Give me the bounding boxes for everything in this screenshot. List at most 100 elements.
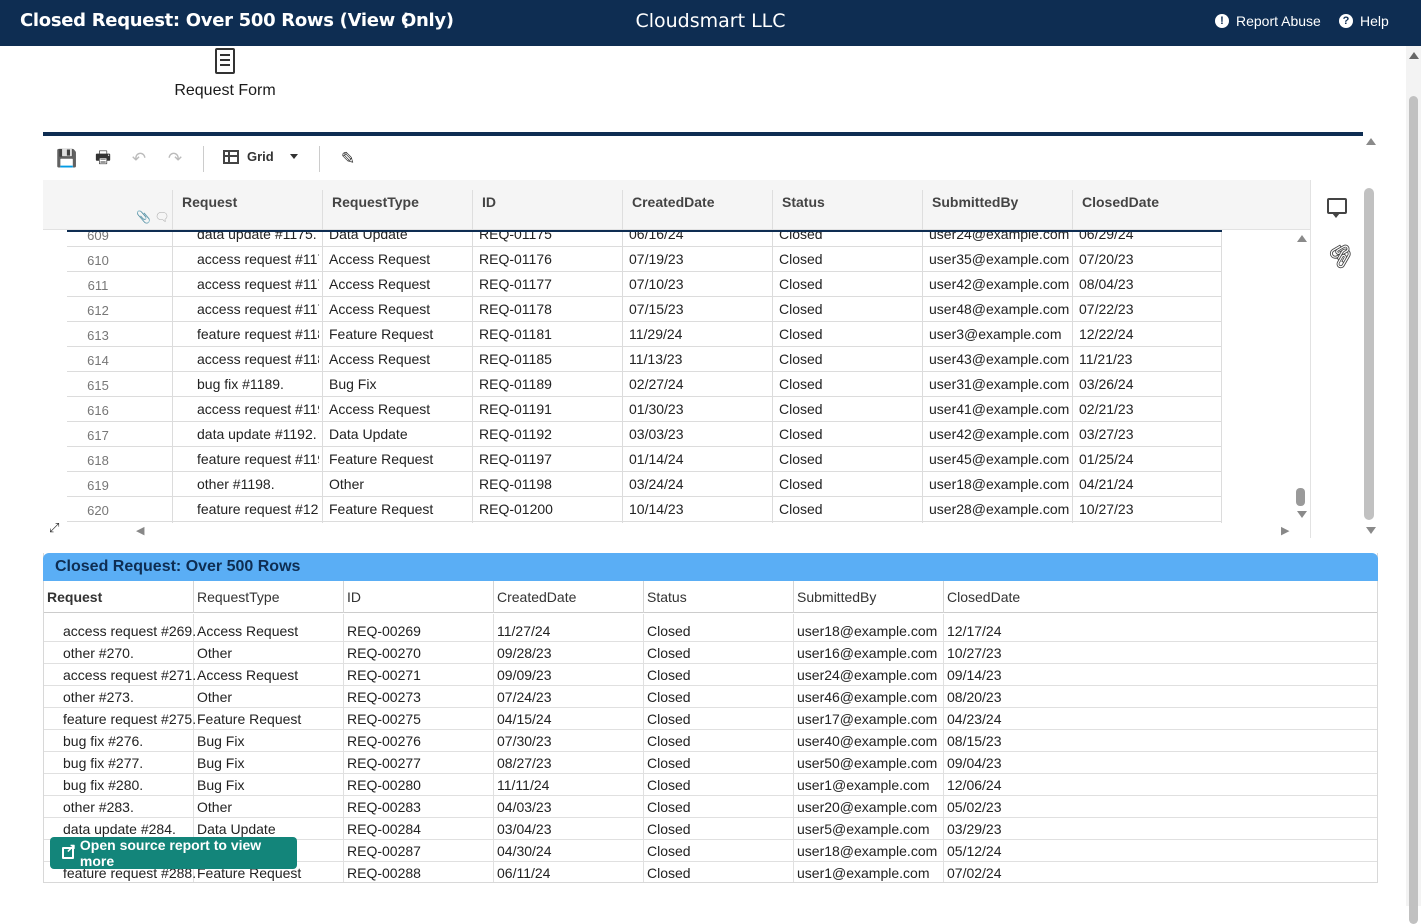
grid-column-header[interactable]: SubmittedBy — [932, 194, 1018, 210]
grid-cell-closed[interactable]: 03/26/24 — [1079, 376, 1199, 392]
grid-cell-closed[interactable]: 01/25/24 — [1079, 451, 1199, 467]
grid-scroll-down-icon[interactable] — [1297, 511, 1307, 518]
grid-cell-by[interactable]: user35@example.com — [929, 251, 1071, 267]
grid-cell-closed[interactable]: 07/20/23 — [1079, 251, 1199, 267]
grid-cell-id[interactable]: REQ-01191 — [479, 401, 621, 417]
grid-row[interactable]: 611 access request #1177. Access Request RE… — [67, 272, 1222, 297]
grid-cell-closed[interactable]: 03/27/23 — [1079, 426, 1199, 442]
panel-scroll-up-icon[interactable] — [1366, 138, 1376, 145]
grid-cell-created[interactable]: 03/24/24 — [629, 476, 771, 492]
grid-cell-status[interactable]: Closed — [779, 401, 921, 417]
grid-cell-id[interactable]: REQ-01176 — [479, 251, 621, 267]
grid-cell-by[interactable]: user42@example.com — [929, 276, 1071, 292]
grid-cell-status[interactable]: Closed — [779, 232, 921, 242]
grid-row[interactable]: 612 access request #1178. Access Request RE… — [67, 297, 1222, 322]
grid-cell-request[interactable]: bug fix #1189. — [197, 376, 319, 392]
grid-cell-status[interactable]: Closed — [779, 426, 921, 442]
grid-cell-request[interactable]: data update #1192. — [197, 426, 319, 442]
grid-cell-by[interactable]: user41@example.com — [929, 401, 1071, 417]
open-source-report-button[interactable]: Open source report to view more — [50, 837, 297, 869]
grid-cell-id[interactable]: REQ-01181 — [479, 326, 621, 342]
grid-cell-status[interactable]: Closed — [779, 476, 921, 492]
grid-column-header[interactable]: ClosedDate — [1082, 194, 1159, 210]
grid-cell-request[interactable]: access request #1177. — [197, 276, 319, 292]
grid-row[interactable]: 609 data update #1175. Data Update REQ-0117… — [67, 232, 1222, 247]
grid-column-header[interactable]: Status — [782, 194, 825, 210]
grid-cell-by[interactable]: user42@example.com — [929, 426, 1071, 442]
save-icon[interactable]: 💾 — [56, 148, 78, 170]
grid-row[interactable]: 617 data update #1192. Data Update REQ-0119… — [67, 422, 1222, 447]
expand-icon[interactable]: ⤢ — [49, 520, 59, 536]
grid-cell-closed[interactable]: 02/21/23 — [1079, 401, 1199, 417]
grid-cell-status[interactable]: Closed — [779, 251, 921, 267]
grid-cell-type[interactable]: Feature Request — [329, 501, 471, 517]
grid-cell-created[interactable]: 07/15/23 — [629, 301, 771, 317]
grid-cell-by[interactable]: user31@example.com — [929, 376, 1071, 392]
redo-icon[interactable]: ↷ — [164, 148, 186, 170]
comment-icon[interactable] — [1327, 198, 1347, 218]
grid-cell-by[interactable]: user3@example.com — [929, 326, 1071, 342]
grid-cell-request[interactable]: access request #1191. — [197, 401, 319, 417]
grid-cell-type[interactable]: Feature Request — [329, 451, 471, 467]
grid-cell-closed[interactable]: 08/04/23 — [1079, 276, 1199, 292]
grid-row[interactable]: 610 access request #1176. Access Request RE… — [67, 247, 1222, 272]
grid-cell-type[interactable]: Data Update — [329, 232, 471, 242]
grid-column-header[interactable]: CreatedDate — [632, 194, 714, 210]
grid-cell-created[interactable]: 06/16/24 — [629, 232, 771, 242]
grid-cell-id[interactable]: REQ-01200 — [479, 501, 621, 517]
report-column-header[interactable]: CreatedDate — [497, 589, 576, 605]
grid-cell-type[interactable]: Data Update — [329, 426, 471, 442]
grid-cell-type[interactable]: Access Request — [329, 301, 471, 317]
grid-cell-created[interactable]: 11/13/23 — [629, 351, 771, 367]
grid-cell-status[interactable]: Closed — [779, 351, 921, 367]
grid-cell-by[interactable]: user28@example.com — [929, 501, 1071, 517]
grid-cell-id[interactable]: REQ-01197 — [479, 451, 621, 467]
report-column-header[interactable]: Status — [647, 589, 687, 605]
grid-row[interactable]: 620 feature request #1200. Feature Request… — [67, 497, 1222, 522]
grid-cell-closed[interactable]: 06/29/24 — [1079, 232, 1199, 242]
report-column-header[interactable]: Request — [47, 589, 102, 605]
grid-cell-request[interactable]: feature request #1181. — [197, 326, 319, 342]
grid-cell-request[interactable]: access request #1176. — [197, 251, 319, 267]
grid-outer-scrollbar[interactable] — [1364, 188, 1374, 520]
grid-cell-by[interactable]: user48@example.com — [929, 301, 1071, 317]
grid-cell-id[interactable]: REQ-01189 — [479, 376, 621, 392]
report-column-header[interactable]: RequestType — [197, 589, 280, 605]
grid-cell-type[interactable]: Feature Request — [329, 326, 471, 342]
grid-row[interactable]: 615 bug fix #1189. Bug Fix REQ-01189 02/27/2… — [67, 372, 1222, 397]
grid-row[interactable]: 616 access request #1191. Access Request RE… — [67, 397, 1222, 422]
help-link[interactable]: ? Help — [1339, 13, 1389, 29]
grid-cell-created[interactable]: 10/14/23 — [629, 501, 771, 517]
grid-cell-request[interactable]: feature request #1197. — [197, 451, 319, 467]
grid-cell-closed[interactable]: 10/27/23 — [1079, 501, 1199, 517]
grid-cell-by[interactable]: user24@example.com — [929, 232, 1071, 242]
grid-row[interactable]: 618 feature request #1197. Feature Request… — [67, 447, 1222, 472]
grid-column-header[interactable]: Request — [182, 194, 237, 210]
scroll-up-icon[interactable] — [1409, 52, 1419, 59]
report-abuse-link[interactable]: ! Report Abuse — [1215, 13, 1321, 29]
print-icon[interactable]: 🖶 — [92, 148, 114, 170]
scroll-right-icon[interactable]: ▶ — [1281, 524, 1289, 537]
grid-cell-created[interactable]: 07/10/23 — [629, 276, 771, 292]
grid-cell-request[interactable]: feature request #1200. — [197, 501, 319, 517]
grid-cell-closed[interactable]: 07/22/23 — [1079, 301, 1199, 317]
grid-row[interactable]: 619 other #1198. Other REQ-01198 03/24/24 Clo… — [67, 472, 1222, 497]
panel-scroll-down-icon[interactable] — [1366, 527, 1376, 534]
grid-cell-closed[interactable]: 04/21/24 — [1079, 476, 1199, 492]
request-form-tile[interactable]: Request Form — [170, 48, 280, 100]
report-column-header[interactable]: ID — [347, 589, 361, 605]
grid-cell-request[interactable]: access request #1178. — [197, 301, 319, 317]
grid-cell-type[interactable]: Access Request — [329, 251, 471, 267]
kebab-menu-icon[interactable]: ⋮ — [397, 10, 415, 31]
attachment-icon[interactable]: 🖇 — [1322, 236, 1360, 274]
grid-cell-id[interactable]: REQ-01185 — [479, 351, 621, 367]
report-column-header[interactable]: ClosedDate — [947, 589, 1020, 605]
grid-cell-closed[interactable]: 12/22/24 — [1079, 326, 1199, 342]
grid-cell-type[interactable]: Access Request — [329, 401, 471, 417]
grid-row[interactable]: 614 access request #1185. Access Request RE… — [67, 347, 1222, 372]
grid-cell-status[interactable]: Closed — [779, 501, 921, 517]
grid-cell-id[interactable]: REQ-01175 — [479, 232, 621, 242]
grid-cell-by[interactable]: user45@example.com — [929, 451, 1071, 467]
grid-cell-type[interactable]: Other — [329, 476, 471, 492]
page-scrollbar[interactable] — [1406, 46, 1421, 924]
